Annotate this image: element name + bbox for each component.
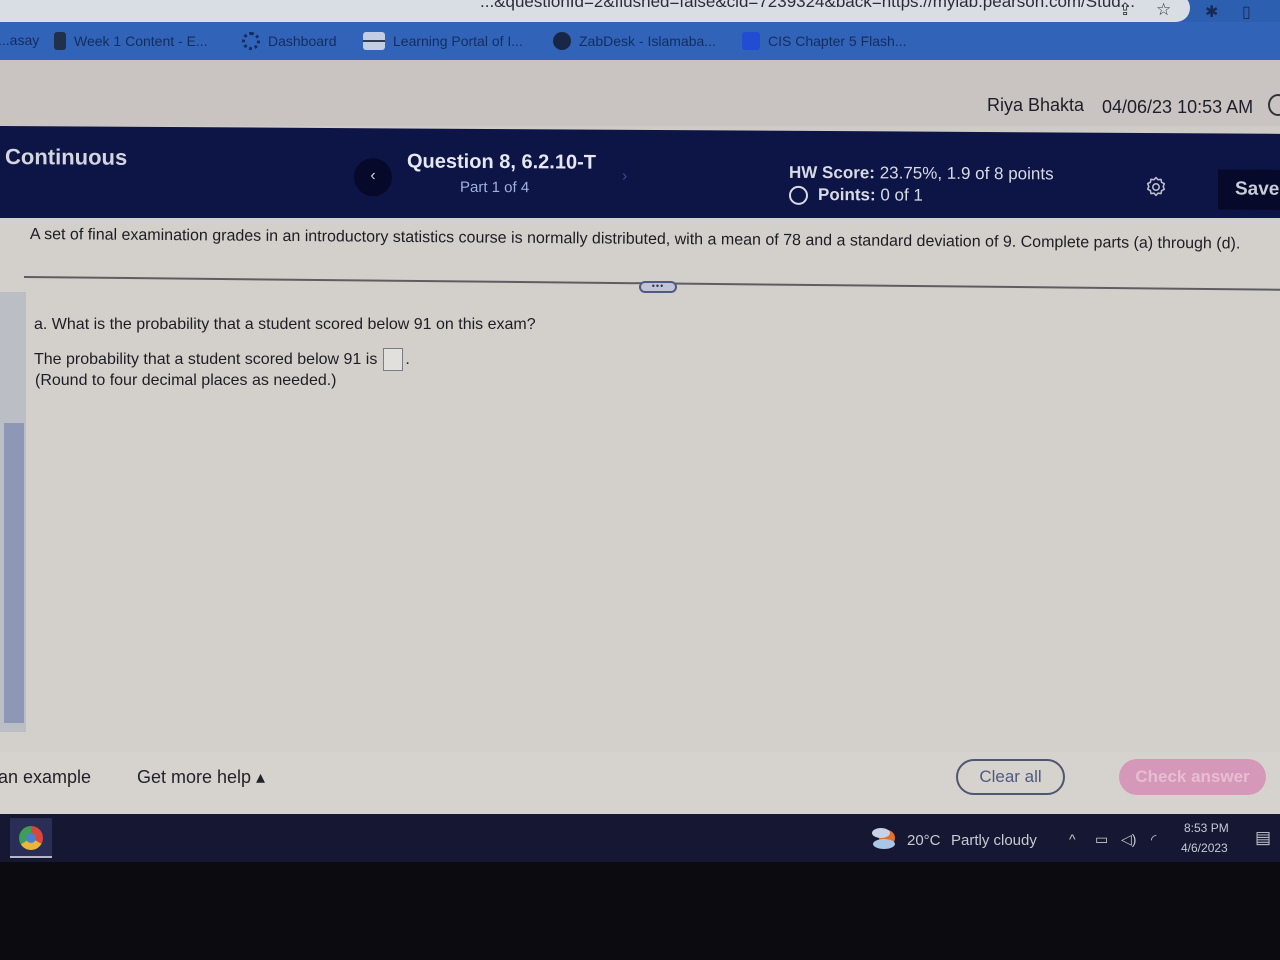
bookmark-essay[interactable]: ...asay: [0, 32, 39, 48]
save-button[interactable]: Save: [1218, 169, 1280, 210]
chevron-right-icon: ›: [622, 167, 628, 185]
answer-prompt: The probability that a student scored be…: [34, 350, 378, 368]
bookmark-star-icon[interactable]: ☆: [1156, 0, 1171, 20]
chevron-left-icon: ‹: [370, 167, 376, 185]
part-letter: a.: [34, 316, 48, 333]
portal-icon: [363, 32, 385, 50]
bookmark-dashboard[interactable]: Dashboard: [242, 32, 337, 50]
answer-suffix: .: [405, 350, 410, 368]
part-a-question: a. What is the probability that a studen…: [34, 316, 536, 334]
action-bar: an example Get more help ▴ Clear all Che…: [0, 752, 1280, 814]
bookmark-week1[interactable]: Week 1 Content - E...: [54, 32, 208, 50]
gear-icon[interactable]: [1144, 175, 1168, 199]
bookmark-label: Dashboard: [268, 33, 337, 49]
bookmark-label: ...asay: [0, 32, 40, 48]
user-name: Riya Bhakta: [987, 95, 1085, 115]
chrome-taskbar-button[interactable]: [10, 818, 52, 858]
windows-taskbar: 20°C Partly cloudy ^ ▭ ◁) ◜ 8:53 PM 4/6/…: [0, 814, 1280, 862]
next-question-button[interactable]: ›: [622, 168, 627, 186]
bookmark-cis-chapter[interactable]: CIS Chapter 5 Flash...: [742, 32, 907, 50]
expand-more-button[interactable]: •••: [639, 281, 677, 293]
hw-score-value: 23.75%, 1.9 of 8 points: [874, 163, 1054, 184]
bookmark-learning-portal[interactable]: Learning Portal of I...: [363, 32, 523, 50]
weather-condition[interactable]: Partly cloudy: [951, 832, 1037, 849]
notification-icon[interactable]: ▤: [1255, 828, 1271, 848]
clock-date[interactable]: 4/6/2023: [1181, 841, 1228, 855]
scrollbar-thumb[interactable]: [4, 423, 24, 723]
battery-icon[interactable]: ▭: [1095, 831, 1108, 848]
quizlet-icon: [742, 32, 760, 50]
check-answer-button[interactable]: Check answer: [1119, 759, 1266, 795]
part-text: What is the probability that a student s…: [47, 316, 536, 333]
hw-score: HW Score: 23.75%, 1.9 of 8 points: [789, 163, 1054, 185]
weather-temperature[interactable]: 20°C: [907, 832, 941, 849]
volume-icon[interactable]: ◁): [1121, 831, 1136, 848]
session-datetime: 04/06/23 10:53 AM: [1102, 97, 1254, 117]
points-value: 0 of 1: [875, 185, 923, 205]
bookmark-label: Learning Portal of I...: [393, 33, 523, 49]
bookmark-label: CIS Chapter 5 Flash...: [768, 33, 907, 49]
tray-overflow-icon[interactable]: ^: [1069, 831, 1076, 847]
globe-icon: [553, 32, 571, 50]
question-content: A set of final examination grades in an …: [0, 218, 1280, 818]
view-example-link[interactable]: an example: [0, 767, 91, 788]
document-icon: [54, 32, 66, 50]
url-text[interactable]: ...&questionId=2&flushed=false&cid=72393…: [480, 0, 1135, 12]
rounding-hint: (Round to four decimal places as needed.…: [35, 372, 337, 389]
previous-question-button[interactable]: ‹: [354, 158, 392, 197]
clock-time[interactable]: 8:53 PM: [1184, 821, 1229, 835]
bookmarks-bar: ...asay Week 1 Content - E... Dashboard …: [0, 22, 1280, 60]
get-more-help-button[interactable]: Get more help ▴: [137, 767, 265, 788]
browser-address-bar: ...&questionId=2&flushed=false&cid=72393…: [0, 0, 1280, 22]
bookmark-label: ZabDesk - Islamaba...: [579, 33, 716, 49]
status-circle-icon: [789, 185, 808, 205]
share-icon[interactable]: ⇪: [1118, 0, 1132, 20]
clear-all-button[interactable]: Clear all: [956, 759, 1065, 795]
screen: ...&questionId=2&flushed=false&cid=72393…: [0, 0, 1280, 862]
question-part: Part 1 of 4: [460, 178, 530, 197]
bookmark-zabdesk[interactable]: ZabDesk - Islamaba...: [553, 32, 716, 50]
points-label: Points:: [818, 184, 876, 205]
bookmark-label: Week 1 Content - E...: [74, 33, 208, 49]
hw-score-label: HW Score:: [789, 162, 875, 183]
dashboard-icon: [242, 32, 260, 50]
answer-line: The probability that a student scored be…: [34, 348, 410, 371]
chrome-icon: [19, 826, 43, 850]
user-bar: Riya Bhakta 04/06/23 10:53 AM: [0, 60, 1280, 126]
question-intro: A set of final examination grades in an …: [29, 226, 1241, 253]
wifi-icon[interactable]: ◜: [1151, 831, 1156, 848]
question-points: Points: 0 of 1: [789, 185, 923, 206]
question-title: Question 8, 6.2.10-T: [407, 150, 596, 174]
probability-answer-input[interactable]: [383, 348, 404, 371]
timer-icon[interactable]: [1268, 94, 1280, 116]
left-scrollbar[interactable]: [0, 292, 26, 732]
extension-icon[interactable]: ✱: [1205, 2, 1218, 22]
question-header: Continuous ‹ Question 8, 6.2.10-T Part 1…: [0, 126, 1280, 226]
sidebar-toggle-icon[interactable]: ▯: [1242, 2, 1251, 22]
partly-cloudy-icon[interactable]: [870, 824, 898, 850]
view-mode-label: Continuous: [5, 144, 128, 170]
